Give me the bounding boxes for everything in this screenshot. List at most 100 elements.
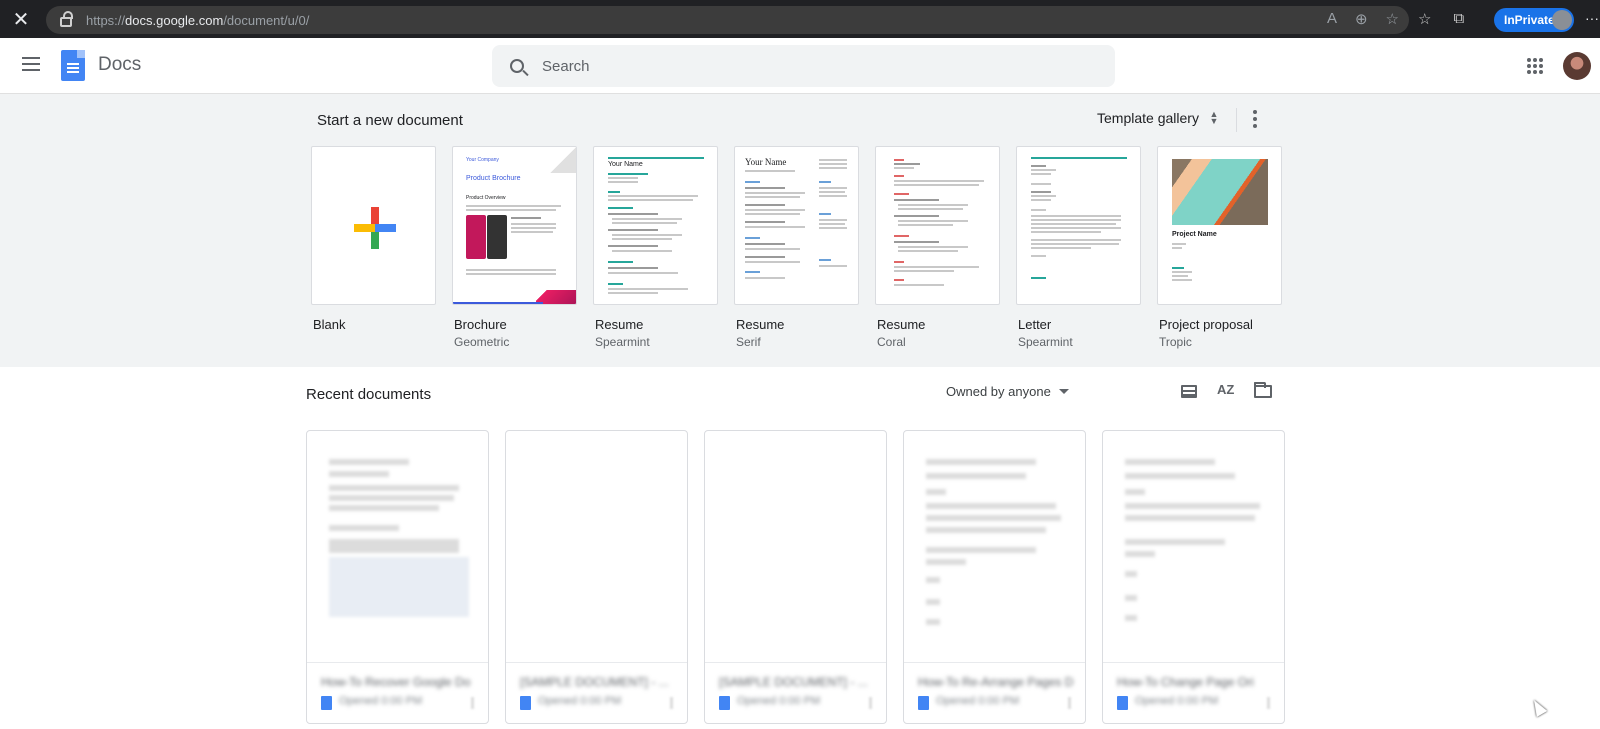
template-brochure-geometric[interactable]: Your Company Product Brochure Product Ov… <box>452 146 577 349</box>
document-preview <box>904 431 1085 663</box>
more-options-icon[interactable] <box>1267 697 1270 709</box>
template-section: Start a new document Template gallery ▲ ▼… <box>0 94 1600 367</box>
owner-filter-label: Owned by anyone <box>946 384 1051 399</box>
more-options-icon[interactable] <box>471 697 474 709</box>
resume-name: Your Name <box>745 157 787 167</box>
template-thumbnail[interactable]: Your Company Product Brochure Product Ov… <box>452 146 577 305</box>
docs-file-icon <box>719 696 730 710</box>
document-card[interactable]: [SAMPLE DOCUMENT] - ... Opened 0:00 PM <box>505 430 688 724</box>
template-style: Coral <box>877 335 906 349</box>
template-style: Spearmint <box>1018 335 1073 349</box>
template-name: Resume <box>877 317 926 332</box>
more-options-icon[interactable] <box>670 697 673 709</box>
read-aloud-icon[interactable]: A <box>1327 10 1337 28</box>
document-title: [SAMPLE DOCUMENT] - ... <box>719 675 868 689</box>
template-name: Brochure <box>454 317 507 332</box>
address-bar[interactable]: https://docs.google.com/document/u/0/ A … <box>46 6 1409 34</box>
favorite-star-icon[interactable]: ☆ <box>1386 10 1399 28</box>
docs-file-icon <box>321 696 332 710</box>
document-card[interactable]: How-To Change Page Ori Opened 0:00 PM <box>1102 430 1285 724</box>
favorites-icon[interactable]: ☆ <box>1418 10 1431 28</box>
sort-az-icon[interactable]: AZ <box>1217 382 1234 397</box>
template-gallery-button[interactable]: Template gallery ▲ ▼ <box>1097 110 1219 127</box>
template-style: Spearmint <box>595 335 650 349</box>
resume-name: Your Name <box>608 161 643 168</box>
template-gallery-label: Template gallery <box>1097 110 1199 126</box>
account-avatar[interactable] <box>1563 52 1591 80</box>
more-icon[interactable]: ··· <box>1585 10 1599 26</box>
recent-documents-grid: How-To Recover Google Do Opened 0:00 PM … <box>306 430 1285 724</box>
section-title: Start a new document <box>317 112 463 129</box>
main-menu-icon[interactable] <box>22 57 40 71</box>
document-meta: Opened 0:00 PM <box>737 695 821 707</box>
template-resume-spearmint[interactable]: Your Name Resume Spearmint <box>593 146 718 349</box>
brochure-company: Your Company <box>466 157 499 163</box>
template-thumbnail[interactable]: Your Name <box>593 146 718 305</box>
caret-down-icon <box>1058 389 1069 394</box>
document-card[interactable]: [SAMPLE DOCUMENT] - ... Opened 0:00 PM <box>704 430 887 724</box>
inprivate-label: InPrivate <box>1504 13 1555 27</box>
plus-icon <box>354 207 396 249</box>
template-thumbnail[interactable] <box>311 146 436 305</box>
template-style: Serif <box>736 335 761 349</box>
brochure-overview: Product Overview <box>466 195 506 201</box>
list-view-icon[interactable] <box>1181 385 1197 398</box>
template-list: Blank Your Company Product Brochure Prod… <box>311 146 1282 349</box>
template-thumbnail[interactable]: Project Name <box>1157 146 1282 305</box>
template-style: Tropic <box>1159 335 1192 349</box>
template-thumbnail[interactable] <box>1016 146 1141 305</box>
docs-file-icon <box>918 696 929 710</box>
docs-file-icon <box>1117 696 1128 710</box>
document-meta: Opened 0:00 PM <box>339 695 423 707</box>
search-icon[interactable] <box>510 59 524 73</box>
browser-toolbar: ✕ https://docs.google.com/document/u/0/ … <box>0 0 1600 38</box>
template-blank[interactable]: Blank <box>311 146 436 349</box>
profile-avatar <box>1552 10 1572 30</box>
document-title: [SAMPLE DOCUMENT] - ... <box>520 675 669 689</box>
more-options-icon[interactable] <box>1068 697 1071 709</box>
divider <box>1236 108 1237 132</box>
folder-icon[interactable] <box>1254 382 1272 398</box>
template-letter-spearmint[interactable]: Letter Spearmint <box>1016 146 1141 349</box>
zoom-icon[interactable]: ⊕ <box>1355 10 1368 28</box>
document-meta: Opened 0:00 PM <box>1135 695 1219 707</box>
proposal-title: Project Name <box>1172 231 1217 238</box>
brochure-title: Product Brochure <box>466 175 521 182</box>
document-title: How-To Recover Google Do <box>321 675 471 689</box>
search-input[interactable] <box>542 57 1062 75</box>
document-preview <box>705 431 886 663</box>
document-preview <box>506 431 687 663</box>
owner-filter-dropdown[interactable]: Owned by anyone <box>946 384 1069 399</box>
inprivate-badge[interactable]: InPrivate <box>1494 8 1574 32</box>
search-box[interactable] <box>492 45 1115 87</box>
app-name[interactable]: Docs <box>98 54 141 76</box>
docs-file-icon <box>520 696 531 710</box>
template-resume-coral[interactable]: Resume Coral <box>875 146 1000 349</box>
template-thumbnail[interactable]: Your Name <box>734 146 859 305</box>
document-meta: Opened 0:00 PM <box>538 695 622 707</box>
template-name: Project proposal <box>1159 317 1253 332</box>
close-icon[interactable]: ✕ <box>0 0 42 38</box>
collections-icon[interactable]: ⧉ <box>1453 10 1464 28</box>
template-project-proposal-tropic[interactable]: Project Name Project proposal Tropic <box>1157 146 1282 349</box>
template-resume-serif[interactable]: Your Name Resume Serif <box>734 146 859 349</box>
docs-header: Docs <box>0 38 1600 94</box>
document-card[interactable]: How-To Recover Google Do Opened 0:00 PM <box>306 430 489 724</box>
document-meta: Opened 0:00 PM <box>936 695 1020 707</box>
url-text[interactable]: https://docs.google.com/document/u/0/ <box>86 13 309 28</box>
more-options-icon[interactable] <box>869 697 872 709</box>
docs-logo-icon[interactable] <box>61 50 85 81</box>
mouse-cursor-icon <box>1528 697 1548 717</box>
document-preview <box>1103 431 1284 663</box>
template-thumbnail[interactable] <box>875 146 1000 305</box>
recent-documents-title: Recent documents <box>306 386 432 403</box>
google-apps-icon[interactable] <box>1527 58 1543 74</box>
template-name: Resume <box>595 317 644 332</box>
more-options-icon[interactable] <box>1253 110 1257 128</box>
template-style: Geometric <box>454 335 510 349</box>
lock-icon[interactable] <box>60 11 73 27</box>
template-name: Blank <box>313 317 346 332</box>
document-title: How-To Re-Arrange Pages D <box>918 675 1074 689</box>
document-card[interactable]: How-To Re-Arrange Pages D Opened 0:00 PM <box>903 430 1086 724</box>
template-name: Resume <box>736 317 785 332</box>
